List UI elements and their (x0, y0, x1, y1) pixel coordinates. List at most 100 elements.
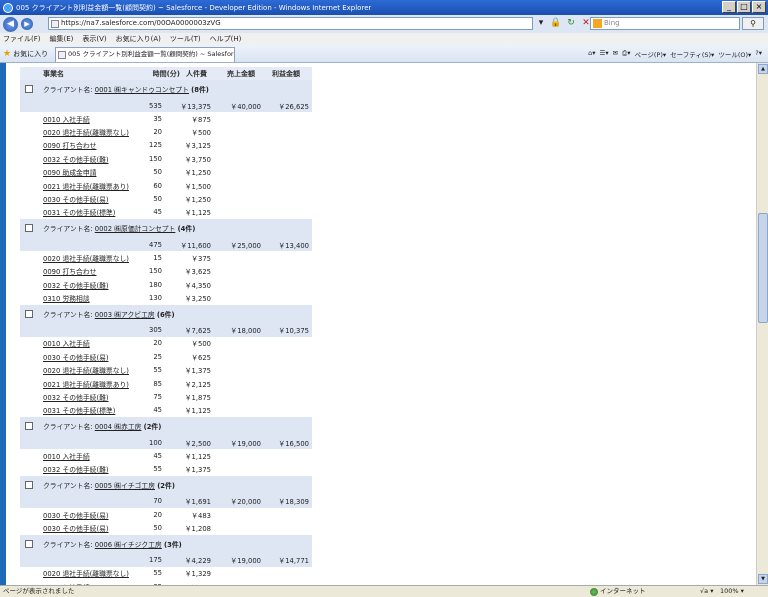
mail-icon[interactable]: ✉ (613, 49, 618, 59)
group-label: クライアント名: 0003 ㈱アクビ工房 (6件) (43, 309, 175, 319)
group-checkbox[interactable] (25, 539, 33, 548)
protected-mode[interactable]: √a ▾ (700, 586, 713, 597)
scroll-up-icon[interactable]: ▲ (758, 64, 768, 74)
group-checkbox[interactable] (25, 85, 33, 93)
row-labor: ￥1,125 (184, 407, 211, 416)
table-row: 0010 入社手続 45 ￥1,125 (20, 449, 312, 462)
row-hours: 55 (153, 366, 162, 375)
task-link[interactable]: 0032 その他手続(難) (43, 154, 109, 164)
menu-favorites[interactable]: お気に入り(A) (116, 34, 161, 44)
row-hours: 50 (153, 523, 162, 532)
row-hours: 125 (149, 141, 162, 150)
subtotal-hours: 175 (149, 556, 162, 565)
home-icon[interactable]: ⌂▾ (588, 49, 595, 59)
task-link[interactable]: 0020 退社手続(離職票なし) (43, 253, 129, 263)
task-link[interactable]: 0030 その他手続(易) (43, 352, 109, 362)
client-link[interactable]: 0001 ㈱キャンドゥコンセプト (95, 86, 189, 94)
group-checkbox[interactable] (25, 480, 33, 489)
subtotal-row: 305 ￥7,625 ￥18,000 ￥10,375 (20, 323, 312, 337)
task-link[interactable]: 0032 その他手続(難) (43, 280, 109, 290)
task-link[interactable]: 0021 退社手続(離職票あり) (43, 379, 129, 389)
task-link[interactable]: 0030 その他手続(易) (43, 510, 109, 520)
lock-icon[interactable]: 🔒 (550, 17, 562, 29)
task-link[interactable]: 0031 その他手続(標準) (43, 207, 115, 217)
refresh-icon[interactable]: ↻ (565, 17, 577, 29)
row-labor: ￥1,250 (184, 169, 211, 178)
client-link[interactable]: 0002 ㈱原価計コンセプト (95, 225, 176, 233)
minimize-button[interactable]: _ (722, 1, 736, 13)
menu-view[interactable]: 表示(V) (82, 34, 106, 44)
browser-tab[interactable]: 005 クライアント別利益金額一覧(顧問契約) ~ Salesforce... (55, 47, 235, 62)
task-link[interactable]: 0032 その他手続(難) (43, 392, 109, 402)
task-link[interactable]: 0020 退社手続(離職票なし) (43, 365, 129, 375)
group-checkbox[interactable] (25, 309, 33, 318)
print-icon[interactable]: ⎙▾ (622, 49, 630, 59)
task-link[interactable]: 0090 打ち合わせ (43, 140, 96, 150)
row-hours: 45 (153, 406, 162, 415)
task-link[interactable]: 0010 入社手続 (43, 451, 90, 461)
favorites-button[interactable]: ★ お気に入り (3, 49, 48, 59)
close-button[interactable]: × (752, 1, 766, 13)
dropdown-arrow-icon[interactable]: ▾ (535, 17, 547, 29)
search-input[interactable]: Bing (590, 17, 740, 30)
header-name[interactable]: 事業名 (43, 69, 64, 79)
table-row: 0020 退社手続(離職票なし) 55 ￥1,329 (20, 567, 312, 580)
group-checkbox[interactable] (25, 224, 33, 233)
ie-icon (3, 2, 13, 13)
search-placeholder: Bing (604, 19, 620, 27)
task-link[interactable]: 0030 その他手続(易) (43, 523, 109, 533)
subtotal-hours: 475 (149, 240, 162, 249)
client-link[interactable]: 0004 ㈱赤工房 (95, 423, 142, 431)
menu-tools[interactable]: ツール(T) (170, 34, 201, 44)
task-link[interactable]: 0020 退社手続(離職票なし) (43, 568, 129, 578)
zoom-level[interactable]: 100% ▾ (720, 586, 744, 597)
menu-file[interactable]: ファイル(F) (3, 34, 41, 44)
page-content: 事業名 時間(分) 人件費 売上金額 利益金額 クライアント名: 0001 ㈱キ… (0, 63, 756, 585)
feeds-icon[interactable]: ☰▾ (600, 49, 609, 59)
task-link[interactable]: 0031 その他手続(標準) (43, 405, 115, 415)
maximize-button[interactable]: □ (737, 1, 751, 13)
group-checkbox[interactable] (25, 422, 33, 431)
forward-button[interactable]: ▶ (21, 18, 33, 30)
subtotal-profit: ￥18,309 (278, 498, 309, 507)
client-link[interactable]: 0005 ㈱イチゴ工房 (95, 482, 155, 490)
task-link[interactable]: 0310 労務相談 (43, 293, 90, 303)
task-link[interactable]: 0010 入社手続 (43, 114, 90, 124)
row-labor: ￥3,625 (184, 268, 211, 277)
client-link[interactable]: 0003 ㈱アクビ工房 (95, 311, 155, 319)
task-link[interactable]: 0021 退社手続(離職票あり) (43, 181, 129, 191)
scroll-down-icon[interactable]: ▼ (758, 574, 768, 584)
search-button[interactable]: ⚲ (742, 17, 764, 30)
header-sales[interactable]: 売上金額 (227, 69, 255, 79)
client-link[interactable]: 0006 ㈱イチジク工房 (95, 541, 162, 549)
task-link[interactable]: 0090 打ち合わせ (43, 266, 96, 276)
subtotal-sales: ￥40,000 (230, 102, 261, 111)
window-title-bar[interactable]: 005 クライアント別利益金額一覧(顧問契約) ~ Salesforce - D… (0, 0, 768, 15)
header-labor[interactable]: 人件費 (186, 69, 207, 79)
menu-help[interactable]: ヘルプ(H) (210, 34, 242, 44)
row-labor: ￥1,875 (184, 393, 211, 402)
cmd-tools[interactable]: ツール(O)▾ (718, 49, 751, 59)
task-link[interactable]: 0020 退社手続(離職票なし) (43, 127, 129, 137)
menu-edit[interactable]: 編集(E) (50, 34, 74, 44)
scroll-thumb[interactable] (758, 213, 768, 323)
header-profit[interactable]: 利益金額 (272, 69, 300, 79)
task-link[interactable]: 0032 その他手続(難) (43, 464, 109, 474)
cmd-help[interactable]: ?▾ (755, 49, 762, 59)
back-button[interactable]: ◀ (3, 16, 18, 32)
cmd-safety[interactable]: セーフティ(S)▾ (670, 49, 714, 59)
header-hours[interactable]: 時間(分) (153, 69, 180, 79)
status-text: ページが表示されました (3, 587, 75, 595)
subtotal-sales: ￥19,000 (230, 557, 261, 566)
cmd-page[interactable]: ページ(P)▾ (635, 49, 667, 59)
vertical-scrollbar[interactable]: ▲ ▼ (756, 63, 768, 585)
url-field[interactable]: https://na7.salesforce.com/00OA0000003zV… (48, 17, 533, 30)
zone-text: インターネット (600, 587, 646, 595)
subtotal-hours: 70 (153, 497, 162, 506)
task-link[interactable]: 0010 入社手続 (43, 338, 90, 348)
zone-indicator[interactable]: インターネット (590, 586, 646, 597)
task-link[interactable]: 0030 その他手続(易) (43, 194, 109, 204)
page-icon (51, 20, 59, 28)
row-labor: ￥483 (191, 511, 211, 520)
task-link[interactable]: 0090 助成金申請 (43, 167, 96, 177)
